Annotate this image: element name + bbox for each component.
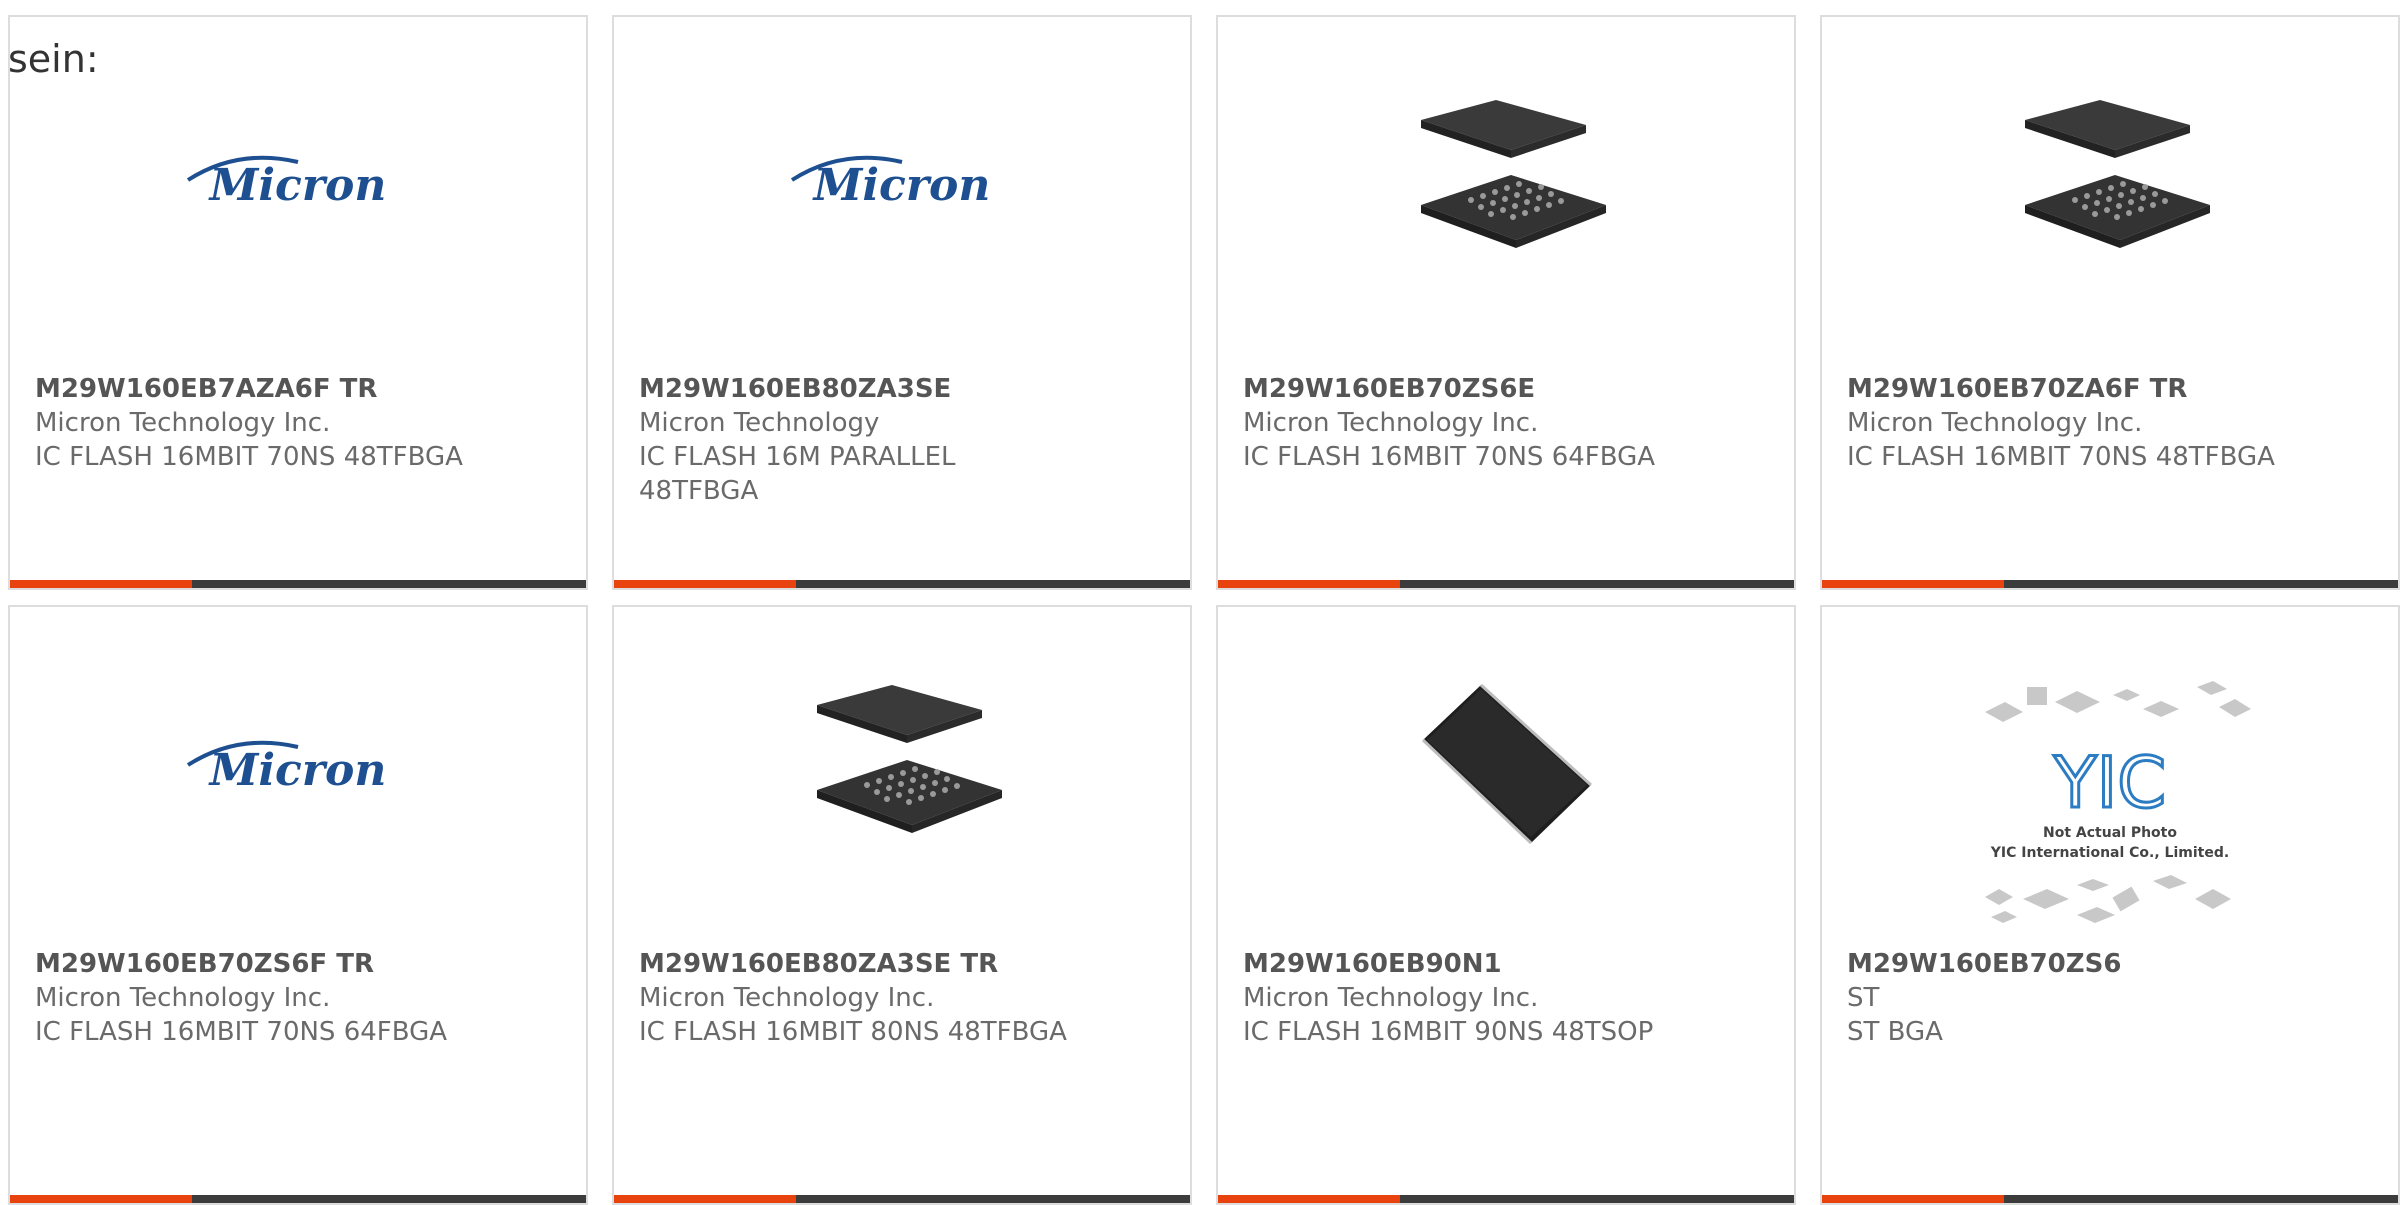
accent-bar xyxy=(10,580,192,588)
description: ST BGA xyxy=(1847,1017,1943,1047)
dark-bar xyxy=(1400,1195,1794,1203)
dark-bar xyxy=(2004,1195,2398,1203)
manufacturer: Micron Technology Inc. xyxy=(639,983,935,1013)
part-number-link[interactable]: M29W160EB80ZA3SE TR xyxy=(639,947,1130,981)
accent-bar xyxy=(1822,1195,2004,1203)
part-number-link[interactable]: M29W160EB80ZA3SE xyxy=(639,372,970,406)
bga-chip-image xyxy=(817,684,1002,833)
part-number-link[interactable]: M29W160EB70ZS6E xyxy=(1243,372,1734,406)
part-number-link[interactable]: M29W160EB90N1 xyxy=(1243,947,1734,981)
product-card[interactable]: Micron M29W160EB7AZA6F TR Micron Technol… xyxy=(8,15,588,590)
description: IC FLASH 16MBIT 90NS 48TSOP xyxy=(1243,1017,1654,1047)
product-image[interactable]: Micron xyxy=(10,667,586,872)
intro-text: sein: xyxy=(8,37,99,81)
micron-logo: Micron xyxy=(790,155,991,211)
product-card[interactable]: Micron M29W160EB80ZA3SE Micron Technolog… xyxy=(612,15,1192,590)
product-card[interactable]: Micron M29W160EB70ZS6F TR Micron Technol… xyxy=(8,605,588,1205)
description: IC FLASH 16MBIT 70NS 64FBGA xyxy=(1243,442,1656,472)
part-number-link[interactable]: M29W160EB70ZS6 xyxy=(1847,947,2338,981)
bga-chip-image xyxy=(1421,99,1606,248)
micron-logo-text: Micron xyxy=(812,160,991,211)
accent-bar xyxy=(10,1195,192,1203)
part-number-link[interactable]: M29W160EB70ZA6F TR xyxy=(1847,372,2338,406)
dark-bar xyxy=(796,1195,1190,1203)
tsop-chip-image xyxy=(1421,683,1593,844)
product-card[interactable]: M29W160EB70ZA6F TR Micron Technology Inc… xyxy=(1820,15,2400,590)
manufacturer: Micron Technology Inc. xyxy=(35,983,331,1013)
product-card[interactable]: YIC Not Actual Photo YIC International C… xyxy=(1820,605,2400,1205)
micron-logo-text: Micron xyxy=(208,745,387,796)
dark-bar xyxy=(1400,580,1794,588)
dark-bar xyxy=(796,580,1190,588)
dark-bar xyxy=(2004,580,2398,588)
product-image[interactable] xyxy=(1218,82,1794,287)
dark-bar xyxy=(192,580,586,588)
manufacturer: Micron Technology xyxy=(639,408,880,438)
accent-bar xyxy=(1218,580,1400,588)
product-image[interactable]: Micron xyxy=(10,82,586,287)
description: IC FLASH 16MBIT 70NS 64FBGA xyxy=(35,1017,448,1047)
product-image[interactable]: Micron xyxy=(614,82,1190,287)
part-number-link[interactable]: M29W160EB7AZA6F TR xyxy=(35,372,526,406)
accent-bar xyxy=(1218,1195,1400,1203)
placeholder-note: Not Actual Photo xyxy=(2043,825,2177,841)
yic-placeholder-image: YIC Not Actual Photo YIC International C… xyxy=(1985,681,2251,923)
product-card[interactable]: M29W160EB90N1 Micron Technology Inc. IC … xyxy=(1216,605,1796,1205)
product-image[interactable] xyxy=(1822,82,2398,287)
accent-bar xyxy=(1822,580,2004,588)
product-image[interactable] xyxy=(1218,667,1794,872)
manufacturer: Micron Technology Inc. xyxy=(1243,408,1539,438)
accent-bar xyxy=(614,580,796,588)
bga-chip-image xyxy=(2025,99,2210,248)
description: IC FLASH 16MBIT 70NS 48TFBGA xyxy=(1847,442,2275,472)
description: IC FLASH 16M PARALLEL 48TFBGA xyxy=(639,442,956,506)
micron-logo: Micron xyxy=(186,155,387,211)
dark-bar xyxy=(192,1195,586,1203)
micron-logo-text: Micron xyxy=(208,160,387,211)
manufacturer: Micron Technology Inc. xyxy=(35,408,331,438)
micron-logo: Micron xyxy=(186,740,387,796)
manufacturer: Micron Technology Inc. xyxy=(1243,983,1539,1013)
product-image[interactable]: YIC Not Actual Photo YIC International C… xyxy=(1822,667,2398,937)
description: IC FLASH 16MBIT 70NS 48TFBGA xyxy=(35,442,463,472)
product-card[interactable]: M29W160EB70ZS6E Micron Technology Inc. I… xyxy=(1216,15,1796,590)
manufacturer: ST xyxy=(1847,983,1880,1013)
product-card[interactable]: M29W160EB80ZA3SE TR Micron Technology In… xyxy=(612,605,1192,1205)
manufacturer: Micron Technology Inc. xyxy=(1847,408,2143,438)
placeholder-company: YIC International Co., Limited. xyxy=(1990,845,2229,861)
description: IC FLASH 16MBIT 80NS 48TFBGA xyxy=(639,1017,1067,1047)
accent-bar xyxy=(614,1195,796,1203)
part-number-link[interactable]: M29W160EB70ZS6F TR xyxy=(35,947,526,981)
product-image[interactable] xyxy=(614,667,1190,872)
yic-brand-text: YIC xyxy=(2053,742,2166,824)
